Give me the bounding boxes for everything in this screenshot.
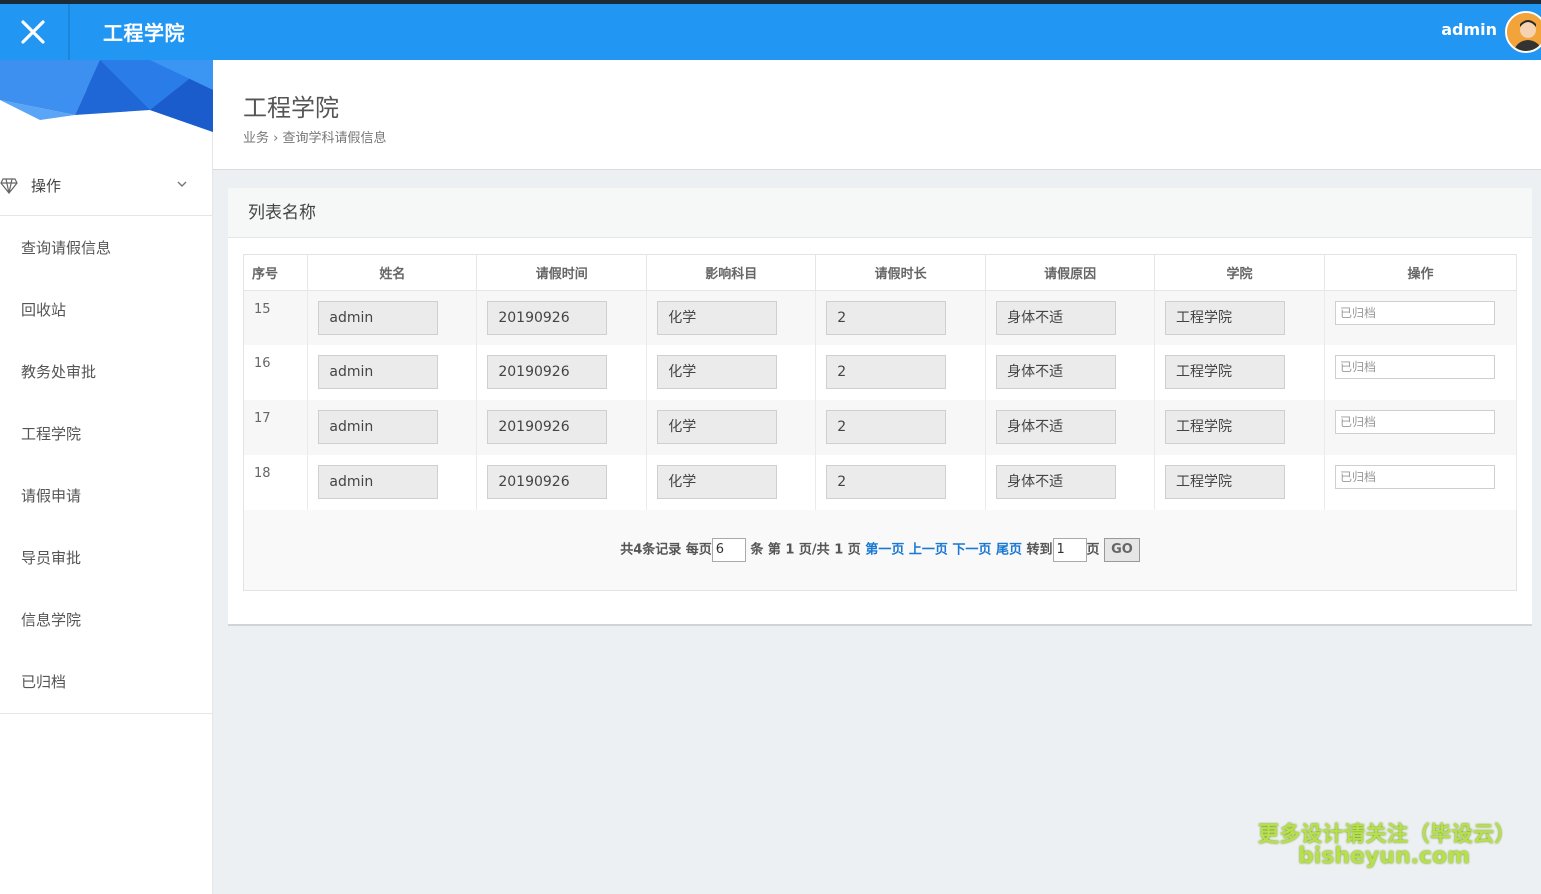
- last-page-link[interactable]: 尾页: [996, 543, 1022, 558]
- college-field[interactable]: 工程学院: [1165, 410, 1286, 444]
- close-icon: [21, 20, 45, 44]
- column-header: 影响科目: [646, 255, 817, 291]
- sidebar-item-counselor-approval[interactable]: 导员审批: [0, 527, 213, 589]
- name-field[interactable]: admin: [318, 410, 439, 444]
- top-bar: 工程学院 admin: [0, 4, 1541, 60]
- name-field[interactable]: admin: [318, 465, 439, 499]
- subject-field[interactable]: 化学: [657, 410, 778, 444]
- sidebar-item-query-leave[interactable]: 查询请假信息: [0, 217, 213, 279]
- date-field[interactable]: 20190926: [487, 410, 608, 444]
- breadcrumb: 业务 › 查询学科请假信息: [243, 131, 387, 146]
- date-field[interactable]: 20190926: [487, 465, 608, 499]
- date-field[interactable]: 20190926: [487, 355, 608, 389]
- date-field[interactable]: 20190926: [487, 300, 608, 335]
- row-index: 15: [244, 290, 309, 345]
- name-field[interactable]: admin: [318, 355, 439, 389]
- column-header: 请假原因: [985, 255, 1156, 291]
- user-name[interactable]: admin: [1441, 20, 1497, 39]
- watermark-line2: bisheyun.com: [1298, 844, 1471, 869]
- archive-input[interactable]: 已归档: [1334, 410, 1495, 434]
- duration-field[interactable]: 2: [826, 410, 947, 444]
- subject-field[interactable]: 化学: [657, 465, 778, 499]
- pager-status: 条 第 1 页/共 1 页: [750, 542, 861, 558]
- archive-input[interactable]: 已归档: [1334, 465, 1495, 489]
- reason-field[interactable]: 身体不适: [996, 300, 1117, 335]
- table-row: 16 admin 20190926 化学 2 身体不适 工程学院 已归档: [244, 345, 1518, 400]
- menu-list: 查询请假信息 回收站 教务处审批 工程学院 请假申请 导员审批 信息学院 已归档: [0, 217, 213, 714]
- row-index: 16: [244, 345, 309, 400]
- prev-page-link[interactable]: 上一页: [909, 543, 948, 558]
- column-header: 请假时间: [476, 255, 648, 291]
- content-header: 工程学院 业务 › 查询学科请假信息: [213, 60, 1541, 170]
- row-index: 18: [244, 455, 309, 510]
- sidebar-item-engineering[interactable]: 工程学院: [0, 403, 213, 465]
- column-header: 请假时长: [815, 255, 987, 291]
- table-container: 序号 姓名 请假时间 影响科目 请假时长 请假原因 学院 操作 15 admin…: [243, 254, 1518, 591]
- sidebar-item-archived[interactable]: 已归档: [0, 651, 213, 713]
- avatar-icon: [1507, 13, 1541, 51]
- reason-field[interactable]: 身体不适: [996, 355, 1117, 389]
- row-index: 17: [244, 400, 309, 455]
- table-row: 18 admin 20190926 化学 2 身体不适 工程学院 已归档: [244, 455, 1518, 510]
- subject-field[interactable]: 化学: [657, 300, 778, 335]
- table-header-row: 序号 姓名 请假时间 影响科目 请假时长 请假原因 学院 操作: [244, 255, 1518, 291]
- avatar[interactable]: [1505, 11, 1541, 53]
- college-field[interactable]: 工程学院: [1165, 300, 1286, 335]
- diamond-icon: [0, 178, 18, 194]
- duration-field[interactable]: 2: [826, 355, 947, 389]
- goto-label: 转到: [1026, 542, 1053, 558]
- panel-title: 列表名称: [228, 188, 1532, 238]
- column-header: 学院: [1154, 255, 1325, 291]
- brand-title: 工程学院: [103, 21, 185, 45]
- next-page-link[interactable]: 下一页: [952, 543, 991, 558]
- sidebar-banner: [0, 60, 213, 132]
- archive-input[interactable]: 已归档: [1334, 355, 1495, 379]
- page-title: 工程学院: [243, 94, 339, 122]
- column-header: 操作: [1324, 255, 1518, 291]
- table-row: 15 admin 20190926 化学 2 身体不适 工程学院 已归档: [244, 290, 1518, 345]
- reason-field[interactable]: 身体不适: [996, 410, 1117, 444]
- sidebar: 操作 查询请假信息 回收站 教务处审批 工程学院 请假申请 导员审批 信息学院 …: [0, 60, 213, 894]
- pagination: 共4条记录 每页 6 条 第 1 页/共 1 页 第一页 上一页 下一页 尾页 转…: [244, 538, 1516, 562]
- menu-header-operations[interactable]: 操作: [0, 158, 213, 216]
- college-field[interactable]: 工程学院: [1165, 355, 1286, 389]
- pager-total: 共4条记录 每页: [620, 542, 712, 558]
- name-field[interactable]: admin: [318, 300, 439, 335]
- sidebar-item-information[interactable]: 信息学院: [0, 589, 213, 651]
- page-size-input[interactable]: 6: [711, 538, 746, 562]
- duration-field[interactable]: 2: [826, 465, 947, 499]
- first-page-link[interactable]: 第一页: [865, 543, 904, 558]
- column-header: 姓名: [307, 255, 478, 291]
- subject-field[interactable]: 化学: [657, 355, 778, 389]
- sidebar-item-academic-approval[interactable]: 教务处审批: [0, 341, 213, 403]
- archive-input[interactable]: 已归档: [1334, 300, 1495, 325]
- topbar-divider: [68, 4, 70, 60]
- sidebar-item-recycle-bin[interactable]: 回收站: [0, 279, 213, 341]
- reason-field[interactable]: 身体不适: [996, 465, 1117, 499]
- page-suffix: 页: [1086, 542, 1100, 558]
- column-header: 序号: [244, 255, 309, 291]
- menu-header-label: 操作: [31, 177, 62, 195]
- chevron-down-icon: [177, 181, 187, 187]
- duration-field[interactable]: 2: [826, 300, 947, 335]
- go-button[interactable]: GO: [1104, 538, 1140, 562]
- table-row: 17 admin 20190926 化学 2 身体不适 工程学院 已归档: [244, 400, 1518, 455]
- list-panel: 列表名称 序号 姓名 请假时间 影响科目 请假时长 请假原因 学院 操作 15 …: [228, 188, 1532, 626]
- goto-page-input[interactable]: 1: [1052, 538, 1087, 562]
- close-sidebar-button[interactable]: [0, 4, 66, 60]
- college-field[interactable]: 工程学院: [1165, 465, 1286, 499]
- leave-table: 序号 姓名 请假时间 影响科目 请假时长 请假原因 学院 操作 15 admin…: [244, 255, 1518, 510]
- sidebar-item-leave-request[interactable]: 请假申请: [0, 465, 213, 527]
